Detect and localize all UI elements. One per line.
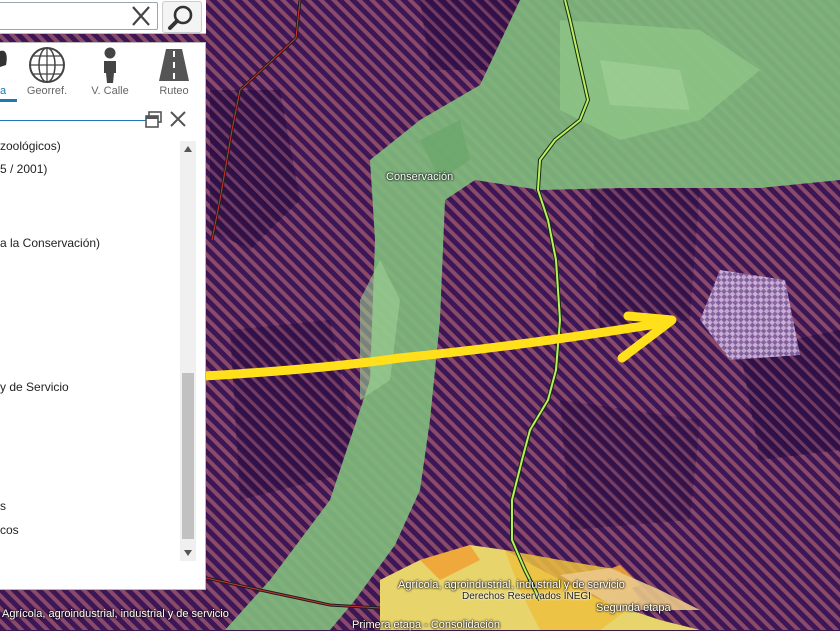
layers-panel: a Georref. V. Calle Ruteo zoológicos) 5 … — [0, 42, 206, 590]
close-icon — [132, 6, 150, 26]
map-label-agricola-right: Agrícola, agroindustrial, industrial y d… — [398, 579, 625, 591]
layer-list: zoológicos) 5 / 2001) a la Conservación)… — [0, 131, 180, 587]
map-label-segunda-etapa: Segunda etapa — [596, 602, 671, 614]
tool-ruteo-label: Ruteo — [159, 85, 189, 97]
layer-item[interactable]: a la Conservación) — [0, 236, 100, 250]
person-icon — [104, 47, 116, 83]
close-icon — [170, 111, 186, 127]
tool-georref[interactable]: Georref. — [20, 43, 74, 101]
tool-layers-label: a — [0, 85, 7, 97]
scroll-up-button[interactable] — [180, 141, 196, 157]
tool-layers[interactable]: a — [0, 43, 16, 101]
road-icon — [159, 49, 189, 81]
tool-vcalle-label: V. Calle — [91, 85, 129, 97]
scroll-down-button[interactable] — [180, 545, 196, 561]
layers-icon — [0, 50, 7, 67]
clear-search-button[interactable] — [126, 3, 156, 29]
tool-vcalle[interactable]: V. Calle — [82, 43, 138, 101]
close-panel-button[interactable] — [168, 109, 188, 129]
search-icon — [168, 5, 193, 30]
active-tab-indicator — [0, 99, 17, 102]
panel-toolbar: a Georref. V. Calle Ruteo — [0, 43, 205, 102]
map-label-agricola-left: Agrícola, agroindustrial, industrial y d… — [2, 608, 229, 620]
search-bar — [0, 0, 206, 34]
panel-divider — [0, 120, 150, 121]
restore-window-button[interactable] — [145, 111, 163, 129]
layer-item[interactable]: s — [0, 499, 6, 513]
tool-georref-label: Georref. — [26, 85, 68, 97]
window-icon — [145, 111, 162, 128]
scrollbar-thumb[interactable] — [182, 373, 194, 539]
layer-item[interactable]: y de Servicio — [0, 380, 69, 394]
map-label-derechos: Derechos Reservados INEGI — [462, 591, 591, 602]
tool-ruteo[interactable]: Ruteo — [146, 43, 202, 101]
search-button[interactable] — [162, 1, 202, 33]
layer-item[interactable]: zoológicos) — [0, 139, 61, 153]
triangle-down-icon — [184, 550, 192, 556]
layer-list-scrollbar[interactable] — [180, 141, 196, 561]
globe-icon — [29, 47, 65, 83]
layer-item[interactable]: cos — [0, 523, 19, 537]
map-label-primera-etapa: Primera etapa - Consolidación — [352, 619, 500, 631]
layer-item[interactable]: 5 / 2001) — [0, 162, 47, 176]
map-label-conservacion: Conservación — [386, 171, 454, 183]
triangle-up-icon — [184, 146, 192, 152]
